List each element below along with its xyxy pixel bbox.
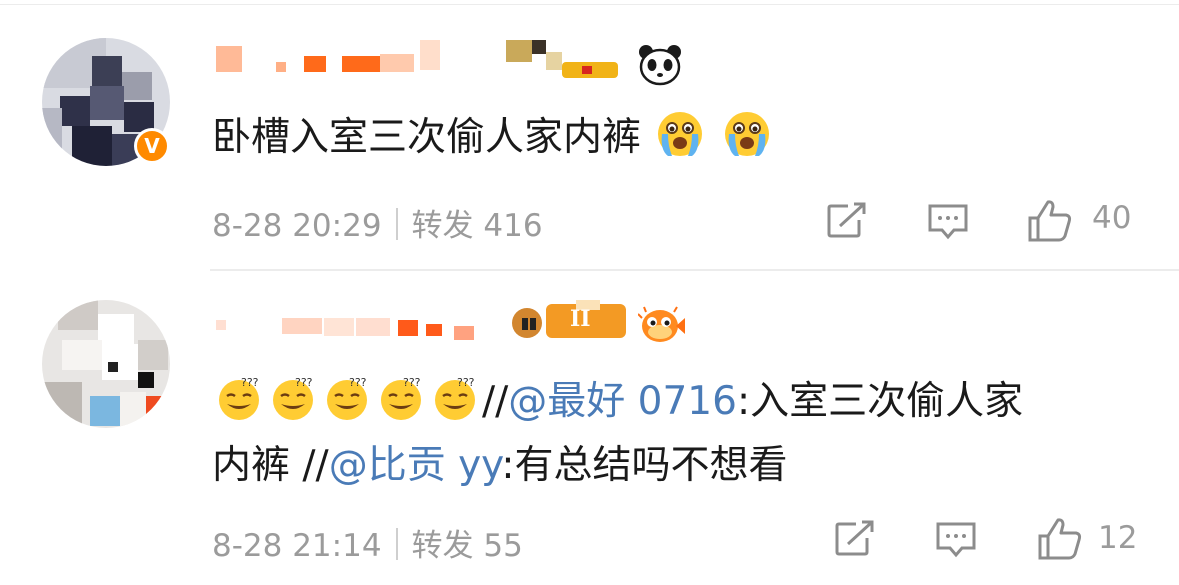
smirk-face-icon: ??? <box>435 376 475 420</box>
top-divider <box>0 4 1179 5</box>
smirk-face-icon: ??? <box>381 376 421 420</box>
panda-icon <box>639 45 681 86</box>
avatar[interactable] <box>42 300 170 428</box>
username[interactable] <box>216 40 636 78</box>
meta-separator <box>395 528 398 560</box>
svg-text:???: ??? <box>295 376 313 389</box>
pufferfish-icon <box>638 306 685 342</box>
thumbs-up-icon <box>1028 200 1072 242</box>
share-button[interactable] <box>826 202 868 240</box>
like-button[interactable] <box>1026 198 1074 244</box>
repost-count[interactable]: 转发 55 <box>412 528 523 564</box>
mention-link[interactable]: @最好 0716 <box>508 379 737 424</box>
share-icon <box>827 202 866 238</box>
repost-count[interactable]: 转发 416 <box>412 208 543 244</box>
timestamp: 8-28 21:14 <box>212 528 382 564</box>
level-badge: II <box>570 306 591 332</box>
comment-button[interactable] <box>926 202 970 242</box>
svg-text:???: ??? <box>403 376 421 389</box>
smirk-face-icon: ??? <box>327 376 367 420</box>
comment-meta: 8-28 20:29 转发 416 <box>212 200 543 245</box>
svg-text:???: ??? <box>241 376 259 389</box>
comment-text: 卧槽入室三次偷人家内裤 <box>212 106 774 170</box>
mention-link[interactable]: @比贡 yy <box>329 443 502 488</box>
crying-face-icon <box>658 112 703 156</box>
comment-button[interactable] <box>934 520 978 560</box>
smirk-face-icon: ??? <box>273 376 313 420</box>
svg-text:???: ??? <box>349 376 367 389</box>
meta-separator <box>395 208 398 240</box>
verified-badge-icon: V <box>134 128 170 164</box>
smirk-face-icon: ??? <box>219 376 259 420</box>
comment-icon <box>936 522 976 558</box>
thumbs-up-icon <box>1038 518 1082 560</box>
timestamp: 8-28 20:29 <box>212 208 382 244</box>
svg-text:???: ??? <box>457 376 475 389</box>
comment-icon <box>928 204 968 240</box>
like-count: 40 <box>1092 200 1132 236</box>
share-button[interactable] <box>834 520 876 558</box>
like-button[interactable] <box>1036 516 1084 562</box>
comment-text-line2: 内裤 //@比贡 yy:有总结吗不想看 <box>212 443 788 488</box>
comment-text: ??? ??? ??? ??? ??? //@最好 0716:入室三次偷人家 <box>212 370 1023 434</box>
comment-divider <box>210 269 1179 271</box>
like-count: 12 <box>1098 520 1138 556</box>
comment-meta: 8-28 21:14 转发 55 <box>212 520 523 565</box>
share-icon <box>835 520 874 556</box>
crying-face-icon <box>724 112 769 156</box>
